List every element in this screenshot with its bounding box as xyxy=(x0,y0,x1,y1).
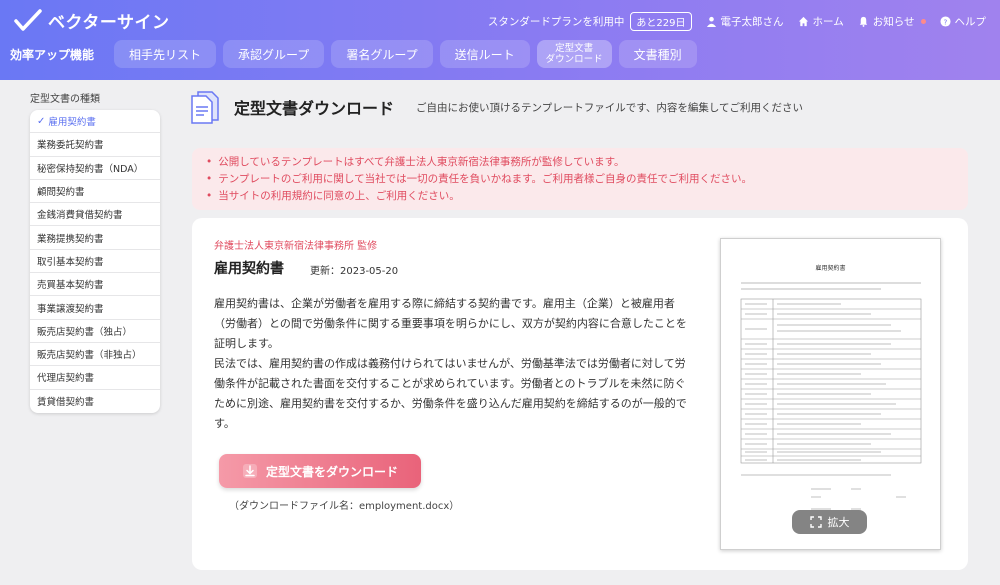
page-title: 定型文書ダウンロード xyxy=(234,99,395,118)
description-line: （労働者）との間で労働条件に関する重要事項を明らかにし、双方が契約内容に合意した… xyxy=(214,317,687,330)
sidebar-item-lease[interactable]: 賃貸借契約書 xyxy=(30,390,160,413)
description-line: す。 xyxy=(214,417,235,430)
notice-item: 当サイトの利用規約に同意の上、ご利用ください。 xyxy=(206,188,954,205)
home-label: ホーム xyxy=(812,16,844,28)
documents-icon xyxy=(191,91,219,124)
sidebar-item-label: 雇用契約書 xyxy=(48,117,96,129)
tab-signature-groups[interactable]: 署名グループ xyxy=(331,40,433,68)
sidebar-item-exclusive-distributor[interactable]: 販売店契約書（独占） xyxy=(30,320,160,343)
tab-template-download-line1: 定型文書 xyxy=(555,43,594,54)
help-icon: ? xyxy=(939,16,951,27)
tab-send-routes[interactable]: 送信ルート xyxy=(439,40,530,68)
tab-contacts[interactable]: 相手先リスト xyxy=(114,40,217,68)
user-menu[interactable]: 電子太郎さん xyxy=(706,14,784,29)
sidebar-item-alliance[interactable]: 業務提携契約書 xyxy=(30,226,160,250)
app-header: ベクターサイン スタンダードプランを利用中 あと229日 電子太郎さん ホーム … xyxy=(0,0,1000,80)
description-line: 雇用契約書は、企業が労働者を雇用する際に締結する契約書です。雇用主（企業）と被雇… xyxy=(214,297,675,310)
sidebar-item-loan[interactable]: 金銭消費貸借契約書 xyxy=(30,203,160,227)
supervisor-label: 弁護士法人東京新宿法律事務所 監修 xyxy=(214,241,378,252)
document-preview[interactable]: 雇用契約書 xyxy=(720,238,941,550)
logo[interactable]: ベクターサイン xyxy=(14,8,169,33)
user-icon xyxy=(706,16,716,27)
user-name: 電子太郎さん xyxy=(720,16,784,28)
notice-item: 公開しているテンプレートはすべて弁護士法人東京新宿法律事務所が監修しています。 xyxy=(206,154,954,171)
sidebar-item-advisory[interactable]: 顧問契約書 xyxy=(30,180,160,204)
sidebar-item-basic-transaction[interactable]: 取引基本契約書 xyxy=(30,250,160,274)
download-icon xyxy=(242,464,257,478)
days-left-badge: あと229日 xyxy=(630,12,692,31)
download-filename: （ダウンロードファイル名：employment.docx） xyxy=(229,501,460,512)
checkmark-logo-icon xyxy=(14,8,42,31)
description-line: ために別途、雇用契約書を交付するか、労働条件を盛り込んだ雇用契約を締結するのが一… xyxy=(214,397,687,410)
expand-icon xyxy=(809,516,822,528)
template-card: 弁護士法人東京新宿法律事務所 監修 雇用契約書 更新：2023-05-20 雇用… xyxy=(192,218,968,570)
sidebar: 定型文書の種類 ✓ 雇用契約書 業務委託契約書 秘密保持契約書（NDA） 顧問契約… xyxy=(30,90,160,413)
sidebar-item-basic-sales[interactable]: 売買基本契約書 xyxy=(30,273,160,297)
help-label: ヘルプ xyxy=(954,16,987,28)
description-line: 働条件が記載された書面を交付することが求められています。労働者とのトラブルを未然… xyxy=(214,377,686,390)
tab-template-download[interactable]: 定型文書 ダウンロード xyxy=(536,40,612,68)
sidebar-item-nonexclusive-distributor[interactable]: 販売店契約書（非独占） xyxy=(30,343,160,367)
notifications-link[interactable]: お知らせ xyxy=(858,14,926,29)
download-template-button[interactable]: 定型文書をダウンロード xyxy=(219,454,421,488)
document-description: 雇用契約書は、企業が労働者を雇用する際に締結する契約書です。雇用主（企業）と被雇… xyxy=(214,294,704,434)
unread-dot xyxy=(920,19,926,24)
sidebar-item-outsourcing[interactable]: 業務委託契約書 xyxy=(30,133,160,157)
description-line: 証明します。 xyxy=(214,337,279,350)
page-header: 定型文書ダウンロード ご自由にお使い頂けるテンプレートファイルです、内容を編集し… xyxy=(190,90,803,124)
page-description: ご自由にお使い頂けるテンプレートファイルです、内容を編集してご利用ください xyxy=(416,101,804,114)
feature-nav-title: 効率アップ機能 xyxy=(10,47,95,62)
document-title: 雇用契約書 xyxy=(214,261,284,277)
template-type-list: ✓ 雇用契約書 業務委託契約書 秘密保持契約書（NDA） 顧問契約書 金銭消費貸借… xyxy=(30,110,160,413)
feature-nav: 効率アップ機能 相手先リスト 承認グループ 署名グループ 送信ルート 定型文書 … xyxy=(10,40,697,68)
updated-date: 更新：2023-05-20 xyxy=(310,266,399,277)
sidebar-item-employment[interactable]: ✓ 雇用契約書 xyxy=(30,110,160,134)
zoom-label: 拡大 xyxy=(827,516,850,529)
notifications-label: お知らせ xyxy=(872,16,915,28)
sidebar-title: 定型文書の種類 xyxy=(30,94,100,105)
home-link[interactable]: ホーム xyxy=(798,14,844,29)
sidebar-item-business-transfer[interactable]: 事業譲渡契約書 xyxy=(30,296,160,320)
logo-text: ベクターサイン xyxy=(48,13,170,33)
tab-document-types[interactable]: 文書種別 xyxy=(618,40,697,68)
sidebar-item-nda[interactable]: 秘密保持契約書（NDA） xyxy=(30,157,160,180)
disclaimer-notice: 公開しているテンプレートはすべて弁護士法人東京新宿法律事務所が監修しています。 … xyxy=(192,148,968,210)
home-icon xyxy=(798,16,808,27)
tab-approval-groups[interactable]: 承認グループ xyxy=(223,40,325,68)
top-nav: スタンダードプランを利用中 あと229日 電子太郎さん ホーム お知らせ ? ヘ… xyxy=(488,12,986,31)
bell-icon xyxy=(859,16,867,27)
download-button-label: 定型文書をダウンロード xyxy=(265,464,398,479)
plan-text: スタンダードプランを利用中 xyxy=(487,16,625,28)
help-link[interactable]: ? ヘルプ xyxy=(939,14,987,29)
preview-page-lines xyxy=(740,282,922,510)
tab-template-download-line2: ダウンロード xyxy=(545,54,603,65)
zoom-button[interactable]: 拡大 xyxy=(792,510,867,534)
description-line: 民法では、雇用契約書の作成は義務付けられてはいませんが、労働基準法では労働者に対… xyxy=(214,357,686,370)
check-icon: ✓ xyxy=(37,115,46,127)
notice-item: テンプレートのご利用に関して当社では一切の責任を負いかねます。ご利用者様ご自身の… xyxy=(206,171,954,188)
svg-text:?: ? xyxy=(943,17,947,26)
sidebar-item-agency[interactable]: 代理店契約書 xyxy=(30,366,160,390)
